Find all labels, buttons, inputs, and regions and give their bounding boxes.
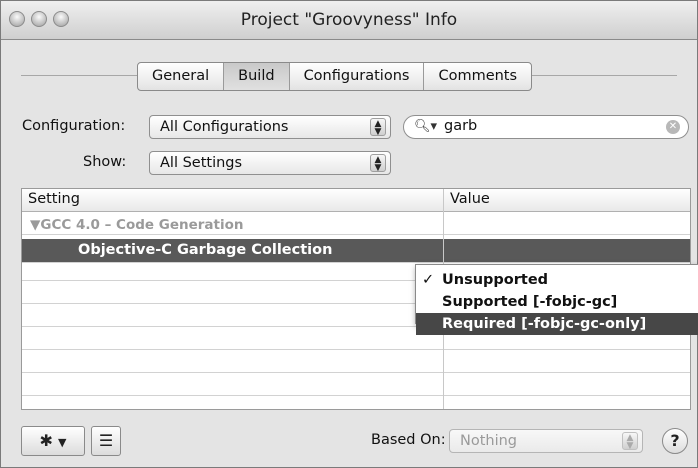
- popup-arrows-icon: ▲ ▼: [622, 432, 638, 451]
- show-popup[interactable]: All Settings ▲ ▼: [149, 151, 391, 175]
- table-header: Setting Value: [22, 189, 690, 212]
- checkmark-icon: ✓: [422, 272, 435, 288]
- gear-icon: ✱: [39, 431, 53, 450]
- configuration-label: Configuration:: [22, 118, 126, 134]
- chevron-down-icon: ▼: [58, 436, 67, 449]
- based-on-value: Nothing: [460, 433, 518, 449]
- clear-icon[interactable]: ✕: [666, 120, 680, 134]
- setting-column-header[interactable]: Setting: [28, 191, 80, 207]
- popup-arrows-icon: ▲ ▼: [370, 154, 386, 173]
- info-window: Project "Groovyness" Info General Build …: [0, 0, 698, 468]
- table-row[interactable]: [22, 378, 690, 396]
- menu-item-supported[interactable]: Supported [-fobjc-gc]: [416, 291, 698, 313]
- menu-item-label: Required [-fobjc-gc-only]: [442, 316, 647, 332]
- action-menu-button[interactable]: ✱ ▼: [21, 426, 85, 456]
- configuration-value: All Configurations: [160, 119, 289, 135]
- tab-configurations[interactable]: Configurations: [290, 63, 425, 90]
- show-label: Show:: [83, 154, 127, 170]
- tab-general[interactable]: General: [138, 63, 225, 90]
- show-value: All Settings: [160, 155, 243, 171]
- group-label: ▼GCC 4.0 – Code Generation: [30, 217, 244, 233]
- search-field[interactable]: 🔍︎▾ garb ✕: [403, 115, 689, 139]
- list-button[interactable]: ☰: [91, 426, 121, 456]
- menu-item-required[interactable]: Required [-fobjc-gc-only]: [416, 313, 698, 335]
- title-bar: Project "Groovyness" Info: [1, 1, 697, 40]
- search-input[interactable]: garb: [444, 118, 477, 134]
- based-on-popup[interactable]: Nothing ▲ ▼: [449, 429, 643, 453]
- value-menu: ✓ Unsupported Supported [-fobjc-gc] Requi…: [415, 264, 698, 335]
- table-row[interactable]: Objective-C Garbage Collection: [22, 239, 690, 263]
- search-icon[interactable]: 🔍︎▾: [414, 119, 437, 134]
- group-row[interactable]: ▼GCC 4.0 – Code Generation: [22, 217, 690, 235]
- window-title: Project "Groovyness" Info: [240, 10, 458, 30]
- menu-item-unsupported[interactable]: ✓ Unsupported: [416, 269, 698, 291]
- list-icon: ☰: [98, 431, 114, 450]
- table-row[interactable]: [22, 355, 690, 373]
- menu-item-label: Unsupported: [442, 272, 549, 288]
- tab-bar: General Build Configurations Comments: [137, 62, 533, 91]
- setting-name: Objective-C Garbage Collection: [78, 242, 333, 258]
- based-on-label: Based On:: [371, 432, 446, 448]
- menu-item-label: Supported [-fobjc-gc]: [442, 294, 618, 310]
- value-column-header[interactable]: Value: [450, 191, 490, 207]
- configuration-popup[interactable]: All Configurations ▲ ▼: [149, 115, 391, 139]
- tab-comments[interactable]: Comments: [424, 63, 531, 90]
- popup-arrows-icon: ▲ ▼: [370, 118, 386, 137]
- help-button[interactable]: ?: [662, 428, 688, 454]
- tab-build[interactable]: Build: [224, 63, 290, 90]
